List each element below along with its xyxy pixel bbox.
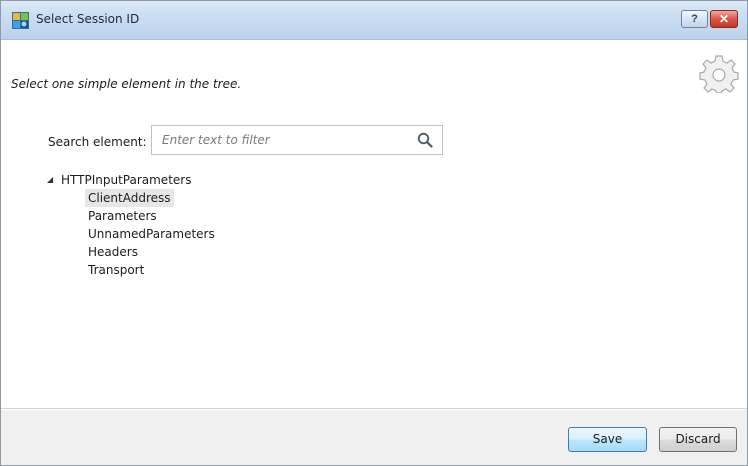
close-button[interactable]: ✕ — [710, 10, 738, 28]
tree-item-unnamed-parameters[interactable]: UnnamedParameters — [85, 225, 218, 243]
search-box[interactable] — [151, 125, 443, 155]
tree-item-parameters[interactable]: Parameters — [85, 207, 218, 225]
search-input[interactable] — [162, 132, 412, 148]
expanded-triangle-icon[interactable]: ◢ — [47, 171, 61, 189]
search-label: Search element: — [48, 135, 147, 149]
tree-item-client-address[interactable]: ClientAddress — [85, 189, 174, 207]
select-session-id-dialog: Select Session ID ? ✕ Select one simple … — [0, 0, 748, 466]
tree-root-label[interactable]: HTTPInputParameters — [61, 173, 191, 187]
tree-children: ClientAddress Parameters UnnamedParamete… — [85, 189, 218, 279]
instruction-text: Select one simple element in the tree. — [11, 77, 242, 91]
window-title: Select Session ID — [36, 12, 140, 26]
discard-button[interactable]: Discard — [659, 427, 737, 452]
help-button[interactable]: ? — [681, 10, 708, 28]
tree-root[interactable]: ◢ HTTPInputParameters — [47, 171, 218, 189]
gear-icon — [699, 55, 739, 93]
save-button[interactable]: Save — [568, 427, 647, 452]
tree-item-transport[interactable]: Transport — [85, 261, 218, 279]
app-icon — [12, 12, 29, 29]
element-tree: ◢ HTTPInputParameters ClientAddress Param… — [47, 171, 218, 279]
tree-item-headers[interactable]: Headers — [85, 243, 218, 261]
title-bar[interactable]: Select Session ID ? ✕ — [1, 1, 747, 40]
search-icon[interactable] — [417, 132, 433, 148]
footer-divider — [1, 409, 747, 410]
dialog-footer: Save Discard — [1, 408, 747, 465]
